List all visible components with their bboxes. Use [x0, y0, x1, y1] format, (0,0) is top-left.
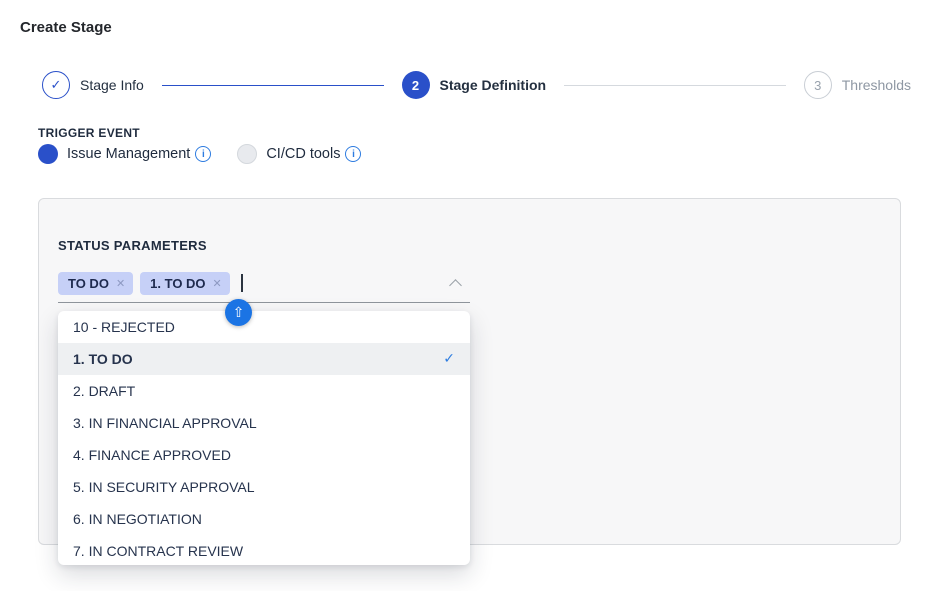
dropdown-option[interactable]: 5. IN SECURITY APPROVAL	[58, 471, 470, 503]
step-label-stage-info: Stage Info	[80, 77, 144, 93]
option-check-icon: ✓	[443, 351, 455, 367]
step-label-stage-definition: Stage Definition	[440, 77, 547, 93]
remove-tag-icon[interactable]: ✕	[213, 277, 222, 290]
info-icon[interactable]: i	[345, 146, 361, 162]
selected-tag[interactable]: 1. TO DO ✕	[140, 272, 230, 295]
radio-unselected-icon[interactable]	[237, 144, 257, 164]
wizard-stepper: ✓ Stage Info 2 Stage Definition 3 Thresh…	[42, 71, 911, 99]
radio-label-issue-management: Issue Management i	[67, 146, 211, 162]
step-number-2: 2	[402, 71, 430, 99]
cursor-click-indicator-icon: ⇧	[225, 299, 252, 326]
step-label-thresholds: Thresholds	[842, 77, 911, 93]
step-thresholds[interactable]: 3 Thresholds	[804, 71, 911, 99]
chevron-up-icon[interactable]	[449, 279, 462, 292]
info-icon[interactable]: i	[195, 146, 211, 162]
stepper-connector-upcoming	[564, 85, 786, 86]
text-cursor	[241, 274, 243, 292]
radio-option-cicd-tools[interactable]: CI/CD tools i	[237, 144, 361, 164]
trigger-event-label: TRIGGER EVENT	[38, 126, 140, 140]
dropdown-option-selected[interactable]: 1. TO DO ✓	[58, 343, 470, 375]
stepper-connector-completed	[162, 85, 384, 86]
trigger-event-options: Issue Management i CI/CD tools i	[38, 144, 361, 164]
status-parameters-label: STATUS PARAMETERS	[58, 238, 207, 253]
tag-label: TO DO	[68, 276, 109, 291]
remove-tag-icon[interactable]: ✕	[116, 277, 125, 290]
radio-label-cicd-tools: CI/CD tools i	[266, 146, 361, 162]
selected-tag[interactable]: TO DO ✕	[58, 272, 133, 295]
step-stage-definition[interactable]: 2 Stage Definition	[402, 71, 547, 99]
radio-selected-icon[interactable]	[38, 144, 58, 164]
step-number-3: 3	[804, 71, 832, 99]
tag-label: 1. TO DO	[150, 276, 205, 291]
status-parameters-multiselect[interactable]: TO DO ✕ 1. TO DO ✕	[58, 270, 470, 303]
radio-option-issue-management[interactable]: Issue Management i	[38, 144, 211, 164]
step-complete-check-icon: ✓	[42, 71, 70, 99]
status-options-dropdown: 10 - REJECTED 1. TO DO ✓ 2. DRAFT 3. IN …	[58, 311, 470, 565]
dropdown-option[interactable]: 3. IN FINANCIAL APPROVAL	[58, 407, 470, 439]
dropdown-option[interactable]: 4. FINANCE APPROVED	[58, 439, 470, 471]
page-title: Create Stage	[20, 19, 112, 36]
dropdown-option[interactable]: 7. IN CONTRACT REVIEW	[58, 535, 470, 565]
dropdown-option[interactable]: 2. DRAFT	[58, 375, 470, 407]
step-stage-info[interactable]: ✓ Stage Info	[42, 71, 144, 99]
dropdown-option[interactable]: 10 - REJECTED	[58, 311, 470, 343]
dropdown-option[interactable]: 6. IN NEGOTIATION	[58, 503, 470, 535]
